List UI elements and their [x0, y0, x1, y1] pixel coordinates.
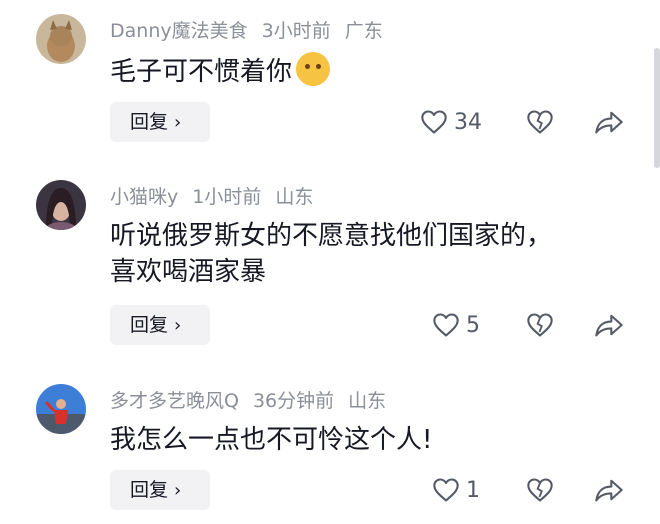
- location: 山东: [348, 390, 387, 412]
- share-arrow-icon: [595, 314, 623, 337]
- share-arrow-icon: [595, 479, 623, 502]
- broken-heart-icon: [527, 478, 553, 502]
- reply-button[interactable]: 回复 ›: [110, 470, 210, 510]
- avatar[interactable]: [36, 14, 86, 64]
- heart-outline-icon: [433, 478, 459, 502]
- username[interactable]: Danny魔法美食: [110, 20, 248, 42]
- timestamp: 1小时前: [192, 186, 262, 208]
- broken-heart-icon: [527, 313, 553, 337]
- chevron-right-icon: ›: [174, 315, 182, 336]
- reply-label: 回复: [130, 479, 169, 501]
- comment-line: 喜欢喝酒家暴: [110, 257, 267, 287]
- dislike-button[interactable]: [526, 470, 554, 510]
- chevron-right-icon: ›: [174, 480, 182, 501]
- thinking-emoji-icon: [296, 52, 331, 86]
- avatar[interactable]: [36, 180, 86, 230]
- reply-button[interactable]: 回复 ›: [110, 102, 210, 142]
- comment-meta: Danny魔法美食 3小时前 广东: [110, 16, 397, 43]
- location: 山东: [275, 186, 314, 208]
- reply-label: 回复: [130, 111, 169, 133]
- comment-meta: 小猫咪y 1小时前 山东: [110, 182, 327, 209]
- like-button[interactable]: 5: [432, 305, 480, 345]
- chevron-right-icon: ›: [174, 112, 182, 133]
- timestamp: 3小时前: [261, 20, 331, 42]
- scrollbar[interactable]: [654, 48, 660, 168]
- like-button[interactable]: 1: [432, 470, 480, 510]
- username[interactable]: 小猫咪y: [110, 186, 178, 208]
- reply-button[interactable]: 回复 ›: [110, 305, 210, 345]
- reply-label: 回复: [130, 314, 169, 336]
- share-arrow-icon: [595, 111, 623, 134]
- comment-line: 听说俄罗斯女的不愿意找他们国家的，: [110, 221, 553, 251]
- comment-text: 毛子可不惯着你: [110, 52, 331, 90]
- avatar[interactable]: [36, 384, 86, 434]
- comment-meta: 多才多艺晚风Q 36分钟前 山东: [110, 386, 400, 413]
- comment-text: 我怎么一点也不可怜这个人!: [110, 422, 432, 458]
- heart-outline-icon: [433, 313, 459, 337]
- dislike-button[interactable]: [526, 305, 554, 345]
- broken-heart-icon: [527, 110, 553, 134]
- comment-text: 听说俄罗斯女的不愿意找他们国家的， 喜欢喝酒家暴: [110, 218, 552, 290]
- like-count: 34: [454, 109, 482, 135]
- like-count: 5: [466, 312, 480, 338]
- location: 广东: [344, 20, 383, 42]
- comment-line: 毛子可不惯着你: [110, 57, 293, 87]
- like-count: 1: [466, 477, 480, 503]
- timestamp: 36分钟前: [252, 390, 335, 412]
- like-button[interactable]: 34: [420, 102, 482, 142]
- comment-line: 我怎么一点也不可怜这个人!: [110, 425, 433, 455]
- heart-outline-icon: [421, 110, 447, 134]
- share-button[interactable]: [594, 102, 624, 142]
- username[interactable]: 多才多艺晚风Q: [110, 390, 239, 412]
- share-button[interactable]: [594, 470, 624, 510]
- share-button[interactable]: [594, 305, 624, 345]
- dislike-button[interactable]: [526, 102, 554, 142]
